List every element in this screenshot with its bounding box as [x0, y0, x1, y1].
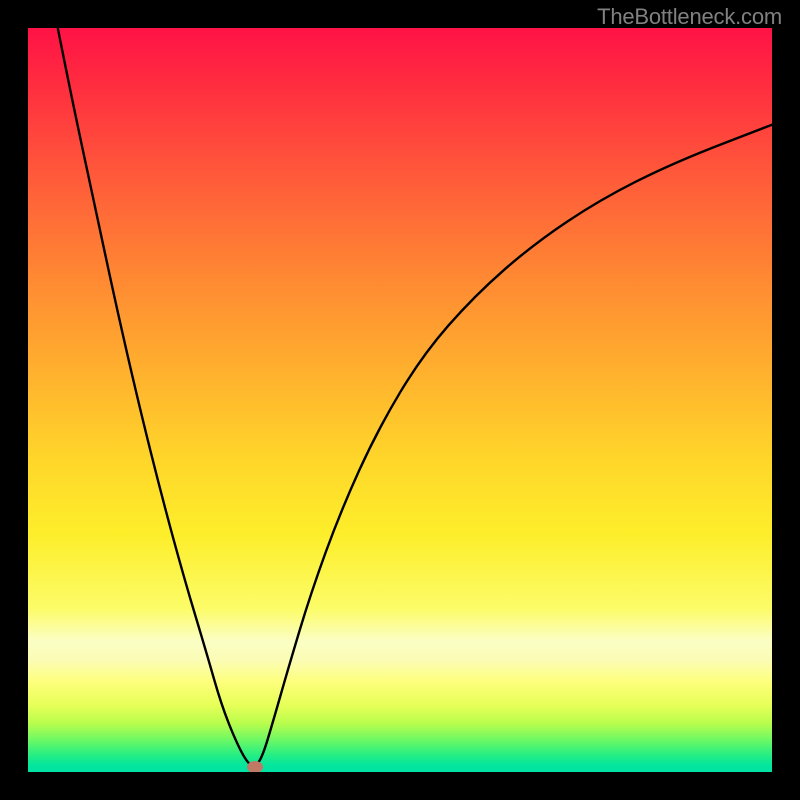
chart-frame: TheBottleneck.com — [0, 0, 800, 800]
curve-svg — [28, 28, 772, 772]
bottleneck-curve — [50, 28, 772, 765]
watermark-text: TheBottleneck.com — [597, 4, 782, 30]
plot-area — [28, 28, 772, 772]
min-marker — [247, 761, 263, 772]
